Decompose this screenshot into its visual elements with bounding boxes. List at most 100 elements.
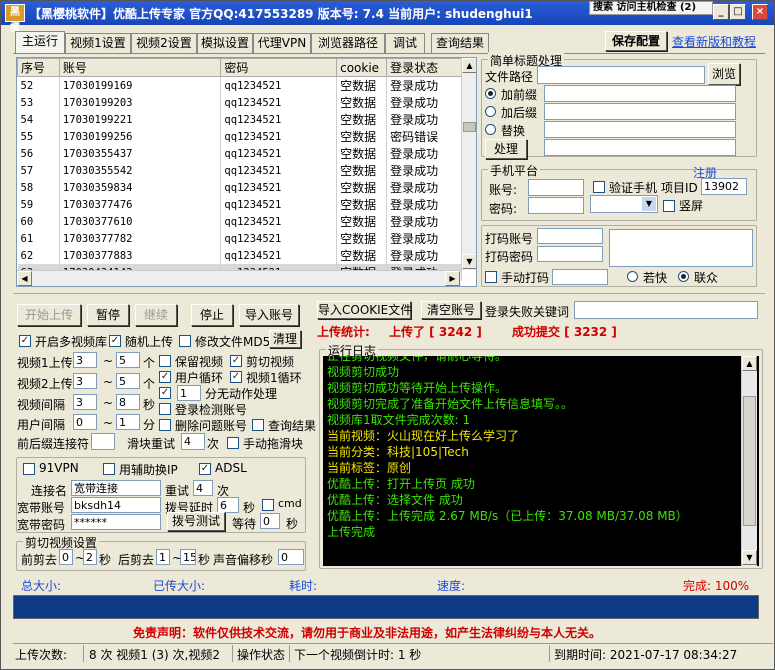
video-interval-max-input[interactable]: 8 <box>116 394 140 410</box>
user-interval-min-input[interactable]: 0 <box>73 414 97 430</box>
file-path-input[interactable] <box>537 66 705 84</box>
table-row[interactable]: 54 17030199221 qq1234521 空数据 登录成功 <box>17 111 462 128</box>
video1-min-input[interactable]: 3 <box>73 352 97 368</box>
table-row[interactable]: 59 17030377476 qq1234521 空数据 登录成功 <box>17 196 462 213</box>
tab-debug[interactable]: 调试 <box>385 33 425 53</box>
table-row[interactable]: 52 17030199169 qq1234521 空数据 登录成功 <box>17 76 462 94</box>
browse-button[interactable]: 浏览 <box>708 63 740 85</box>
delete-problem-checkbox[interactable] <box>159 419 171 431</box>
prefix-input[interactable] <box>544 85 736 102</box>
table-horizontal-scrollbar[interactable]: ◀ ▶ <box>17 270 461 286</box>
wait-input[interactable]: 0 <box>260 513 280 529</box>
lianzhong-radio[interactable] <box>678 271 689 282</box>
new-version-link[interactable]: 查看新版和教程 <box>672 33 756 50</box>
suffix-input[interactable] <box>544 103 736 120</box>
captcha-account-input[interactable] <box>537 228 603 244</box>
table-row[interactable]: 58 17030359834 qq1234521 空数据 登录成功 <box>17 179 462 196</box>
save-config-button[interactable]: 保存配置 <box>605 31 667 51</box>
minimize-icon[interactable]: _ <box>713 4 729 20</box>
front-cut-max-input[interactable]: 2 <box>83 549 97 565</box>
dial-retry-input[interactable]: 4 <box>193 480 213 496</box>
replace-input-2[interactable] <box>544 139 736 156</box>
audio-offset-input[interactable]: 0 <box>278 549 304 565</box>
manual-captcha-checkbox[interactable] <box>485 271 497 283</box>
manual-captcha-input[interactable] <box>552 269 608 285</box>
tab-simulate[interactable]: 模拟设置 <box>197 33 253 53</box>
col-account[interactable]: 账号 <box>58 58 222 77</box>
cmd-checkbox[interactable] <box>262 499 274 511</box>
user-interval-max-input[interactable]: 1 <box>116 414 140 430</box>
pause-button[interactable]: 暂停 <box>87 304 129 326</box>
broadband-password-input[interactable]: ****** <box>71 514 161 530</box>
captcha-password-input[interactable] <box>537 246 603 262</box>
import-account-button[interactable]: 导入账号 <box>239 304 299 326</box>
phone-account-input[interactable] <box>528 179 584 196</box>
user-loop-checkbox[interactable]: ✓ <box>159 371 171 383</box>
dial-test-button[interactable]: 拨号测试 <box>167 512 225 531</box>
keep-video-checkbox[interactable] <box>159 355 171 367</box>
tab-video2[interactable]: 视频2设置 <box>131 33 197 53</box>
prefix-radio[interactable] <box>485 88 496 99</box>
cut-video-checkbox[interactable]: ✓ <box>230 355 242 367</box>
video2-max-input[interactable]: 5 <box>116 373 140 389</box>
table-row[interactable]: 53 17030199203 qq1234521 空数据 登录成功 <box>17 94 462 111</box>
clean-button[interactable]: 清理 <box>269 330 301 348</box>
table-row[interactable]: 55 17030199256 qq1234521 空数据 密码错误 <box>17 128 462 145</box>
log-scroll-thumb[interactable] <box>743 396 756 526</box>
replace-input-1[interactable] <box>544 121 736 138</box>
back-cut-min-input[interactable]: 1 <box>156 549 170 565</box>
video2-min-input[interactable]: 3 <box>73 373 97 389</box>
query-result-checkbox[interactable] <box>252 419 264 431</box>
process-button[interactable]: 处理 <box>485 139 527 159</box>
video-interval-min-input[interactable]: 3 <box>73 394 97 410</box>
chevron-down-icon[interactable]: ▼ <box>642 197 656 211</box>
vertical-checkbox[interactable] <box>663 200 675 212</box>
scroll-right-icon[interactable]: ▶ <box>445 271 460 286</box>
video1-loop-checkbox[interactable]: ✓ <box>230 371 242 383</box>
scroll-thumb[interactable] <box>463 122 476 132</box>
aux-ip-checkbox[interactable] <box>103 463 115 475</box>
manual-slide-checkbox[interactable] <box>227 437 239 449</box>
close-icon[interactable]: × <box>752 4 768 20</box>
fail-keyword-input[interactable] <box>574 301 758 319</box>
maximize-icon[interactable]: □ <box>730 4 746 20</box>
video1-max-input[interactable]: 5 <box>116 352 140 368</box>
tab-query[interactable]: 查询结果 <box>431 33 489 53</box>
suffix-radio[interactable] <box>485 106 496 117</box>
vpn91-checkbox[interactable] <box>23 463 35 475</box>
table-row[interactable]: 56 17030355437 qq1234521 空数据 登录成功 <box>17 145 462 162</box>
prefix-connector-input[interactable] <box>91 433 115 450</box>
clear-account-button[interactable]: 清空账号 <box>421 301 481 319</box>
tab-browser[interactable]: 浏览器路径 <box>311 33 385 53</box>
back-cut-max-input[interactable]: 15 <box>180 549 196 565</box>
adsl-checkbox[interactable]: ✓ <box>199 463 211 475</box>
col-password[interactable]: 密码 <box>220 58 338 77</box>
conn-name-input[interactable]: 宽带连接 <box>71 480 161 496</box>
col-cookie[interactable]: cookie <box>336 58 388 77</box>
scroll-up-icon[interactable]: ▲ <box>462 58 476 73</box>
log-scroll-up-icon[interactable]: ▲ <box>742 356 757 371</box>
ruokuai-radio[interactable] <box>627 271 638 282</box>
scroll-down-icon[interactable]: ▼ <box>462 254 476 269</box>
stop-button[interactable]: 停止 <box>191 304 233 326</box>
phone-password-input[interactable] <box>528 197 584 214</box>
dial-delay-input[interactable]: 6 <box>217 497 239 513</box>
verify-phone-checkbox[interactable] <box>593 181 605 193</box>
table-vertical-scrollbar[interactable]: ▲ ▼ <box>461 58 476 270</box>
table-row[interactable]: 57 17030355542 qq1234521 空数据 登录成功 <box>17 162 462 179</box>
table-row[interactable]: 62 17030377883 qq1234521 空数据 登录成功 <box>17 247 462 264</box>
col-login-status[interactable]: 登录状态 <box>386 58 462 77</box>
login-check-checkbox[interactable] <box>159 403 171 415</box>
project-id-input[interactable]: 13902 <box>701 178 747 195</box>
no-action-input[interactable]: 1 <box>177 385 201 401</box>
random-upload-checkbox[interactable]: ✓ <box>109 335 121 347</box>
log-scrollbar[interactable]: ▲ ▼ <box>741 356 757 566</box>
modify-md5-checkbox[interactable] <box>179 335 191 347</box>
replace-radio[interactable] <box>485 124 496 135</box>
import-cookie-button[interactable]: 导入COOKIE文件 <box>317 301 412 319</box>
multi-library-checkbox[interactable]: ✓ <box>19 335 31 347</box>
tab-main[interactable]: 主运行 <box>15 31 65 53</box>
start-upload-button[interactable]: 开始上传 <box>17 304 81 326</box>
scroll-left-icon[interactable]: ◀ <box>17 271 32 286</box>
front-cut-min-input[interactable]: 0 <box>59 549 73 565</box>
